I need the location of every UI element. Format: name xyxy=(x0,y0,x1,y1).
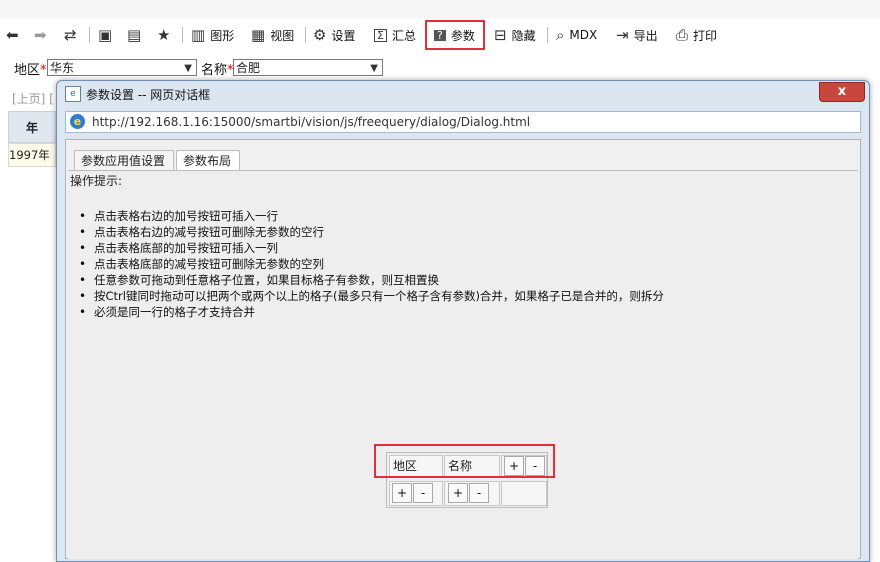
hint-list: 点击表格右边的加号按钮可插入一行 点击表格右边的减号按钮可删除无参数的空行 点击… xyxy=(68,208,848,320)
delete-column-button[interactable]: - xyxy=(413,483,433,503)
hint-item: 点击表格底部的加号按钮可插入一列 xyxy=(68,240,848,256)
mdx-label: MDX xyxy=(569,28,598,42)
summary-label: 汇总 xyxy=(391,28,416,43)
printer-icon: ⎙ xyxy=(676,25,689,44)
year-cell: 1997年 xyxy=(8,143,56,167)
hide-icon: ⊟ xyxy=(494,25,507,44)
toolbar-divider xyxy=(547,27,548,43)
close-button[interactable]: x xyxy=(819,82,865,102)
toolbar-divider xyxy=(182,27,183,43)
pager-links[interactable]: [上页] [ xyxy=(12,90,54,107)
ie-logo-icon: e xyxy=(70,114,85,129)
export-button[interactable]: ⇥ 导出 xyxy=(616,24,658,46)
chevron-down-icon: ▼ xyxy=(184,63,192,74)
view-icon: ▦ xyxy=(251,25,266,44)
hide-button[interactable]: ⊟ 隐藏 xyxy=(494,24,536,46)
hint-item: 点击表格底部的减号按钮可删除无参数的空列 xyxy=(68,256,848,272)
favorite-button[interactable]: ★ xyxy=(157,24,170,46)
summary-button[interactable]: Σ 汇总 xyxy=(374,24,416,46)
mdx-button[interactable]: ⌕ MDX xyxy=(556,24,597,46)
save-as-icon: ▤ xyxy=(127,25,142,44)
settings-button[interactable]: ⚙ 设置 xyxy=(313,24,355,46)
view-label: 视图 xyxy=(270,28,295,43)
settings-label: 设置 xyxy=(331,28,356,43)
url-text: http://192.168.1.16:15000/smartbi/vision… xyxy=(92,115,531,129)
hint-item: 按Ctrl键同时拖动可以把两个或两个以上的格子(最多只有一个格子含有参数)合并，… xyxy=(68,288,848,304)
grid-highlight xyxy=(374,444,555,478)
sigma-icon: Σ xyxy=(374,28,387,42)
tab-param-values[interactable]: 参数应用值设置 xyxy=(74,150,174,170)
hide-label: 隐藏 xyxy=(511,28,536,43)
hint-item: 任意参数可拖动到任意格子位置，如果目标格子有参数，则互相置换 xyxy=(68,272,848,288)
name-select[interactable]: 合肥 ▼ xyxy=(233,59,383,76)
hint-item: 必须是同一行的格子才支持合并 xyxy=(68,304,848,320)
print-label: 打印 xyxy=(693,28,718,43)
tab-param-layout[interactable]: 参数布局 xyxy=(176,150,240,170)
save-as-button[interactable]: ▤ xyxy=(127,24,141,46)
toolbar-divider xyxy=(89,27,90,43)
arrow-left-icon: ⬅ xyxy=(6,25,19,44)
layout-panel: 操作提示: 点击表格右边的加号按钮可插入一行 点击表格右边的减号按钮可删除无参数… xyxy=(68,170,858,559)
toolbar-divider xyxy=(305,27,306,43)
chevron-down-icon: ▼ xyxy=(370,63,378,74)
export-icon: ⇥ xyxy=(616,25,629,44)
save-button[interactable]: ▣ xyxy=(98,24,112,46)
view-button[interactable]: ▦ 视图 xyxy=(251,24,294,46)
gear-icon: ⚙ xyxy=(313,25,327,44)
dialog-title: 参数设置 -- 网页对话框 xyxy=(86,88,211,102)
dialog-titlebar[interactable]: e 参数设置 -- 网页对话框 xyxy=(57,81,869,107)
address-bar: e http://192.168.1.16:15000/smartbi/visi… xyxy=(65,111,861,133)
hint-item: 点击表格右边的加号按钮可插入一行 xyxy=(68,208,848,224)
export-label: 导出 xyxy=(633,28,658,43)
insert-column-button[interactable]: + xyxy=(392,483,412,503)
save-icon: ▣ xyxy=(98,25,113,44)
refresh-button[interactable]: ⇄ xyxy=(64,24,77,46)
top-strip xyxy=(0,0,880,18)
delete-column-button[interactable]: - xyxy=(469,483,489,503)
bar-chart-icon: ▥ xyxy=(191,25,206,44)
params-button-highlight xyxy=(425,20,485,50)
hint-item: 点击表格右边的减号按钮可删除无参数的空行 xyxy=(68,224,848,240)
insert-column-button[interactable]: + xyxy=(448,483,468,503)
region-param-label: 地区* xyxy=(14,63,47,78)
year-column-header: 年 xyxy=(8,111,56,143)
arrow-right-icon: ➡ xyxy=(34,25,47,44)
dialog-content: 参数应用值设置 参数布局 操作提示: 点击表格右边的加号按钮可插入一行 点击表格… xyxy=(65,139,861,559)
grid-empty-cell xyxy=(501,481,547,506)
back-button[interactable]: ⬅ xyxy=(6,24,19,46)
chart-label: 图形 xyxy=(210,28,235,43)
name-param-label: 名称* xyxy=(201,63,234,78)
star-icon: ★ xyxy=(157,25,171,44)
print-button[interactable]: ⎙ 打印 xyxy=(676,24,717,46)
forward-button[interactable]: ➡ xyxy=(34,24,47,46)
region-select[interactable]: 华东 ▼ xyxy=(47,59,197,76)
ie-page-icon: e xyxy=(65,86,81,102)
search-icon: ⌕ xyxy=(556,25,565,44)
hint-title: 操作提示: xyxy=(70,174,123,188)
chart-button[interactable]: ▥ 图形 xyxy=(191,24,234,46)
refresh-icon: ⇄ xyxy=(64,25,77,44)
param-settings-dialog: e 参数设置 -- 网页对话框 x e http://192.168.1.16:… xyxy=(56,80,870,562)
